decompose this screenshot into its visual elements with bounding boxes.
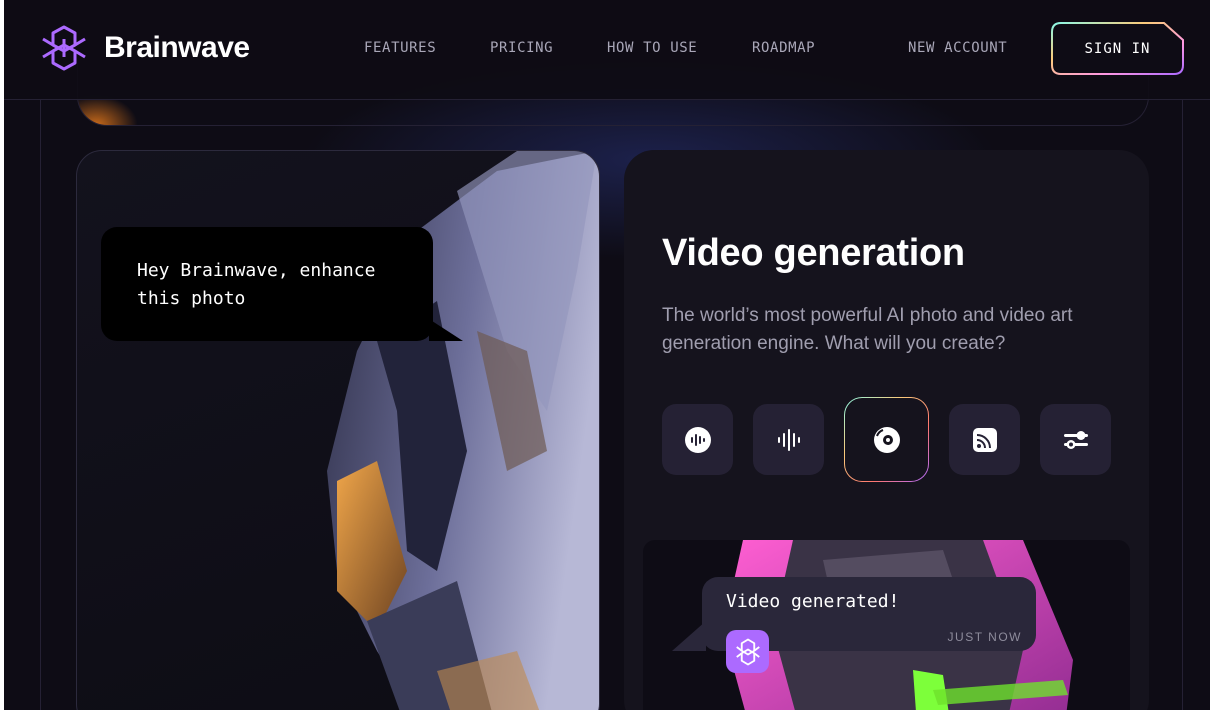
chat-message: Video generated!	[726, 591, 900, 612]
panel-description: The world’s most powerful AI photo and v…	[662, 305, 1073, 354]
video-disc-icon	[873, 426, 900, 453]
tool-button-audio[interactable]	[662, 404, 733, 475]
bubble-tail	[429, 319, 463, 341]
sign-in-label: SIGN IN	[1084, 40, 1151, 57]
brainwave-logo-icon	[42, 25, 86, 71]
nav-roadmap[interactable]: ROADMAP	[752, 40, 815, 56]
user-prompt-bubble: Hey Brainwave, enhance this photo	[101, 227, 463, 341]
tool-button-settings[interactable]	[1040, 404, 1111, 475]
user-prompt-text: Hey Brainwave, enhance this photo	[137, 260, 376, 309]
tool-button-cast[interactable]	[949, 404, 1020, 475]
sign-in-button[interactable]: SIGN IN	[1051, 22, 1184, 75]
chat-timestamp: JUST NOW	[947, 630, 1022, 644]
brainwave-logo-icon	[735, 638, 760, 665]
new-account-link[interactable]: NEW ACCOUNT	[908, 40, 1007, 56]
brand-logo[interactable]: Brainwave	[40, 24, 250, 72]
brainwave-avatar	[726, 630, 769, 673]
page-edge	[0, 0, 4, 710]
frame-line-right	[1182, 100, 1183, 710]
waveform-icon	[777, 428, 800, 451]
bubble-tail	[672, 621, 706, 651]
nav-how-to-use[interactable]: HOW TO USE	[607, 40, 697, 56]
panel-title: Video generation	[662, 232, 965, 274]
tool-button-video[interactable]	[844, 397, 929, 482]
site-header: Brainwave FEATURES PRICING HOW TO USE RO…	[4, 0, 1210, 100]
tool-button-waveform[interactable]	[753, 404, 824, 475]
nav-features[interactable]: FEATURES	[364, 40, 436, 56]
brand-name: Brainwave	[104, 31, 250, 64]
nav-pricing[interactable]: PRICING	[490, 40, 553, 56]
sliders-icon	[1063, 430, 1088, 449]
cast-icon	[972, 427, 997, 452]
frame-line-left	[40, 100, 41, 710]
audio-record-icon	[684, 426, 711, 453]
